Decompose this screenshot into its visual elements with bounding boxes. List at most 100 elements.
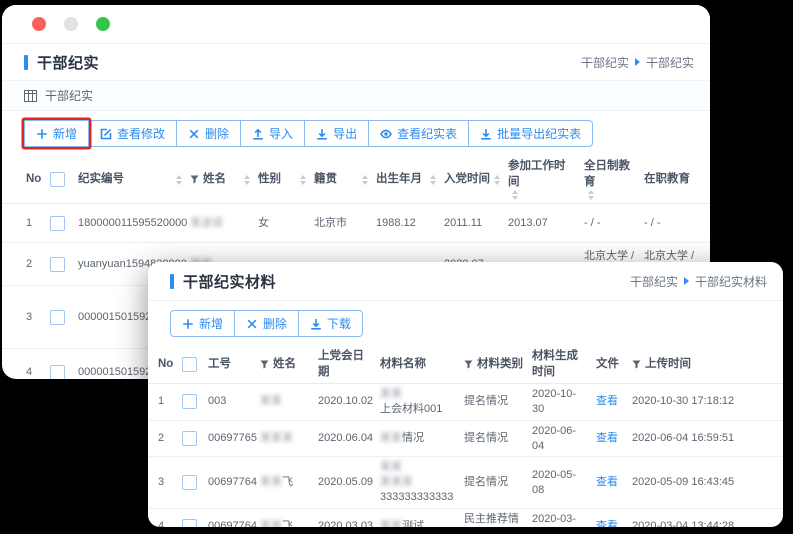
button-label: 新增 [199,315,223,332]
table-cell: 2011.11 [444,213,508,234]
column-header [50,169,78,190]
add-button[interactable]: 新增 [24,120,89,147]
table-cell [50,307,78,328]
materials-toolbar: 新增删除下载 [148,301,783,346]
column-header[interactable]: 出生年月 [376,169,444,191]
desktop-background: { "colors":{"accent":"#2d8cf0","annotati… [0,0,793,534]
column-header[interactable]: 籍贯 [314,169,376,191]
column-header[interactable]: 纪实编号 [78,169,190,191]
view-file-link[interactable]: 查看 [596,519,618,527]
column-header-label: No [26,172,41,188]
column-header[interactable]: 姓名 [190,169,258,191]
table-row: 300697764某某飞2020.05.09某某某某某333333333333提… [148,457,783,509]
column-header[interactable]: 姓名 [260,354,318,376]
minimize-window-button[interactable] [64,17,78,31]
table-cell: 某某测试 [380,516,464,527]
sort-icon[interactable] [430,175,436,185]
title-accent-bar [24,55,28,70]
close-window-button[interactable] [32,17,46,31]
view-record-table-button[interactable]: 查看纪实表 [368,120,469,147]
zoom-window-button[interactable] [96,17,110,31]
filter-icon[interactable] [260,360,269,369]
row-checkbox[interactable] [182,431,197,446]
column-header[interactable]: 上传时间 [632,354,783,376]
column-header[interactable]: 入党时间 [444,169,508,191]
button-label: 导入 [269,125,293,142]
sort-icon[interactable] [244,175,250,185]
breadcrumb: 干部纪实 干部纪实材料 [630,273,767,290]
redacted-text: 某某 [380,387,402,402]
table-cell: - / - [584,213,644,234]
row-checkbox[interactable] [182,475,197,490]
column-header: No [158,354,182,376]
import-button[interactable]: 导入 [240,120,305,147]
row-checkbox[interactable] [50,310,65,325]
column-header-text: 工号 [208,357,231,373]
select-all-checkbox[interactable] [50,172,65,187]
row-checkbox[interactable] [182,394,197,409]
filter-icon[interactable] [632,360,641,369]
breadcrumb-item[interactable]: 干部纪实 [581,54,629,71]
sort-icon[interactable] [512,190,518,200]
filter-icon[interactable] [190,175,199,184]
breadcrumb-item[interactable]: 干部纪实材料 [695,273,767,290]
table-cell: 2020-03-04 [532,509,596,527]
sort-icon[interactable] [588,190,594,200]
view-edit-button[interactable]: 查看修改 [88,120,177,147]
sort-icon[interactable] [494,175,500,185]
select-all-checkbox[interactable] [182,357,197,372]
column-header: 材料生成时间 [532,346,596,383]
column-header: 工号 [208,354,260,376]
table-cell: 1 [26,213,50,234]
column-header: No [26,169,50,191]
sort-icon[interactable] [300,175,306,185]
table-cell: 提名情况 [464,391,532,412]
column-header[interactable]: 参加工作时间 [508,156,584,203]
page-title-group: 干部纪实 [24,52,99,73]
breadcrumb-item[interactable]: 干部纪实 [646,54,694,71]
column-header-label: 纪实编号 [78,172,124,188]
column-header[interactable]: 材料类别 [464,354,532,376]
row-checkbox[interactable] [182,519,197,527]
download-button[interactable]: 下载 [298,310,363,337]
redacted-text: 某某某 [260,431,293,446]
column-header-text: 上传时间 [645,357,691,373]
table-cell: 2020.10.02 [318,391,380,412]
table-cell: 00697765 [208,428,260,449]
batch-export-record-table-button[interactable]: 批量导出纪实表 [468,120,593,147]
table-cell: 2020-03-04 13:44:28 [632,516,783,527]
column-header[interactable]: 性别 [258,169,314,191]
sort-icon[interactable] [362,175,368,185]
delete-button[interactable]: 删除 [234,310,299,337]
column-header-text: 出生年月 [376,172,422,188]
filter-icon[interactable] [464,360,473,369]
cell-text: 333333333333 [380,490,453,505]
delete-button[interactable]: 删除 [176,120,241,147]
row-checkbox[interactable] [50,216,65,231]
close-icon [246,318,258,330]
column-header-label: 工号 [208,357,231,373]
column-header-text: 参加工作时间 [508,159,576,190]
table-cell: 女 [258,213,314,234]
view-file-link[interactable]: 查看 [596,394,618,409]
eye-icon [380,128,392,140]
view-file-link[interactable]: 查看 [596,431,618,446]
column-header-text: 材料生成时间 [532,349,588,380]
redacted-text: 某某 [380,460,402,475]
column-header[interactable]: 全日制教育 [584,156,644,203]
view-file-link[interactable]: 查看 [596,475,618,490]
row-checkbox[interactable] [50,365,65,379]
cadre-materials-table: No工号姓名上党会日期材料名称材料类别材料生成时间文件上传时间1003某某202… [148,346,783,527]
column-header-label: 上党会日期 [318,349,372,380]
sort-icon[interactable] [176,175,182,185]
row-checkbox[interactable] [50,257,65,272]
plus-icon [182,318,194,330]
export-button[interactable]: 导出 [304,120,369,147]
table-cell: 某某上会材料001 [380,384,464,420]
upload-icon [252,128,264,140]
add-button[interactable]: 新增 [170,310,235,337]
table-cell: 民主推荐情况 [464,509,532,527]
column-header-text: 纪实编号 [78,172,124,188]
table-cell: 查看 [596,472,632,493]
breadcrumb-item[interactable]: 干部纪实 [630,273,678,290]
